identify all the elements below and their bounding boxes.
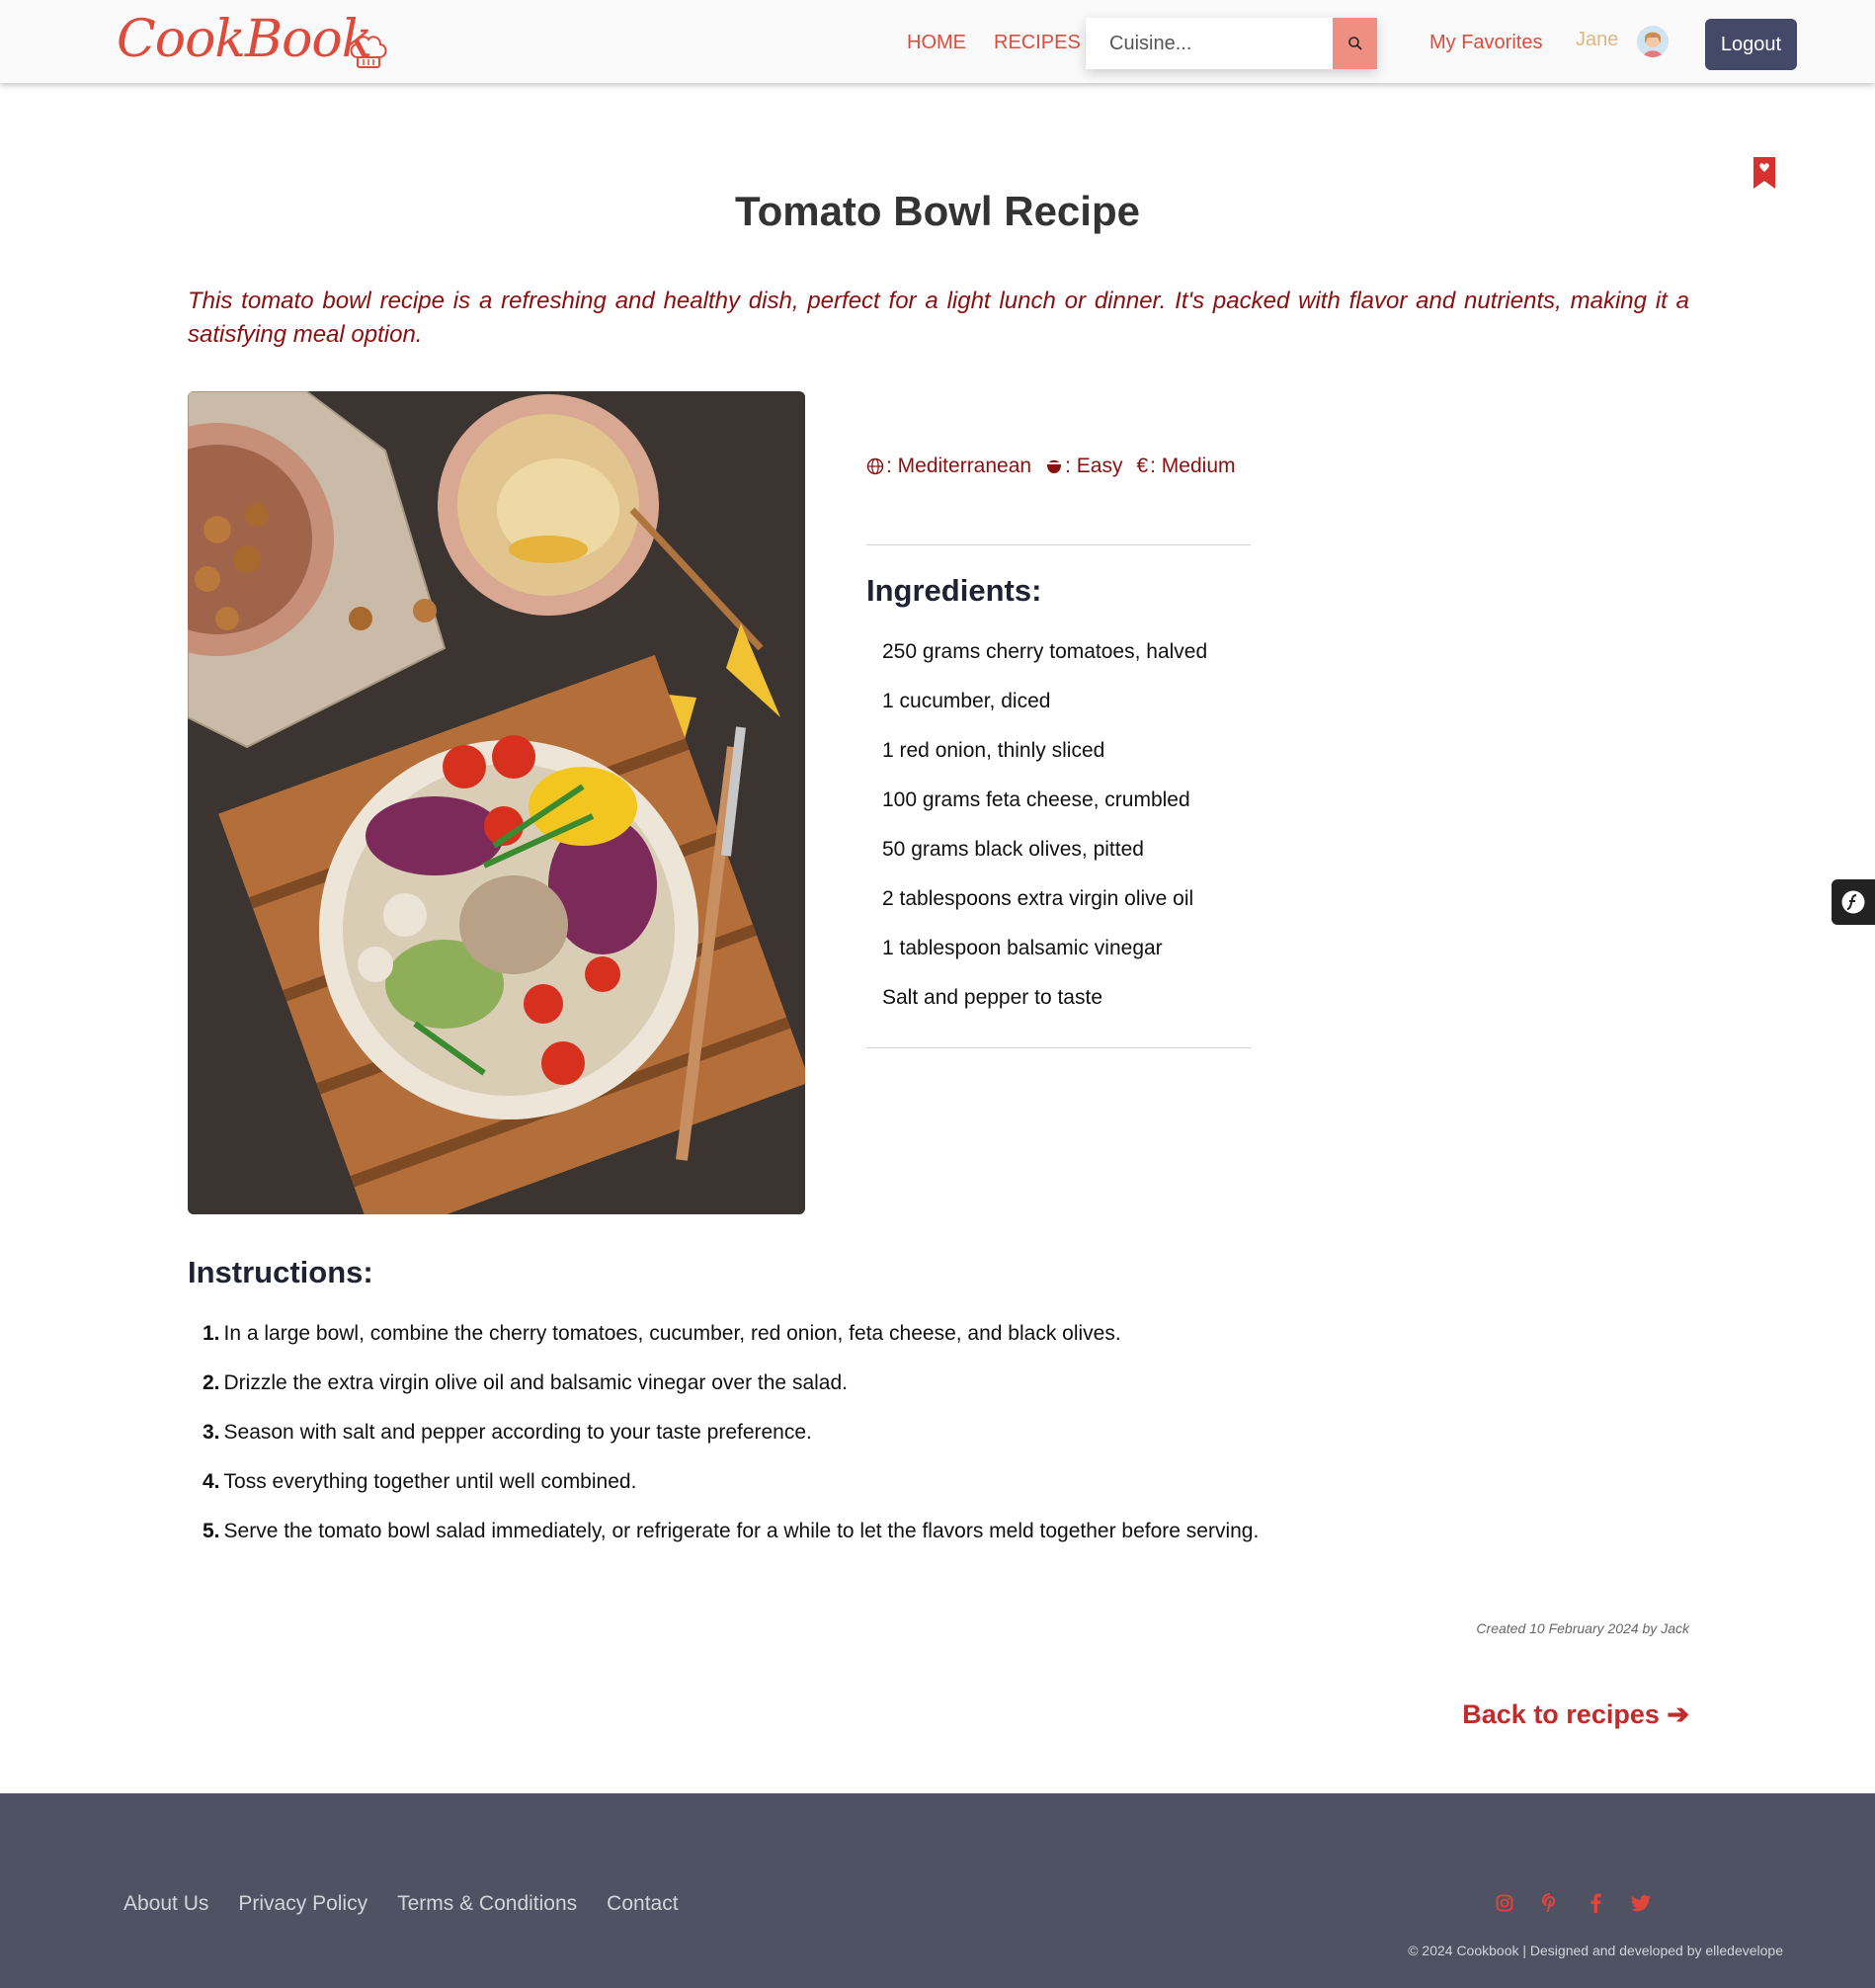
ingredients-list: 250 grams cherry tomatoes, halved 1 cucu…	[882, 638, 1207, 1034]
nav-recipes-link[interactable]: RECIPES	[994, 32, 1081, 54]
my-favorites-link[interactable]: My Favorites	[1429, 32, 1542, 54]
user-name: Jane	[1576, 29, 1619, 50]
euro-icon: €	[1136, 455, 1149, 477]
footer-terms-link[interactable]: Terms & Conditions	[397, 1892, 577, 1916]
ingredient-item: 250 grams cherry tomatoes, halved	[882, 640, 1208, 663]
chef-hat-icon	[350, 36, 387, 68]
ingredient-item: 1 tablespoon balsamic vinegar	[882, 937, 1163, 959]
ingredient-item: 2 tablespoons extra virgin olive oil	[882, 887, 1194, 910]
difficulty-info: : Easy	[1045, 455, 1122, 478]
site-footer	[0, 1793, 1875, 1988]
step-text: In a large bowl, combine the cherry toma…	[223, 1322, 1121, 1345]
facebook-icon[interactable]	[1585, 1892, 1606, 1914]
footer-about-link[interactable]: About Us	[123, 1892, 208, 1916]
recipe-meta: : Mediterranean : Easy € : Medium	[866, 455, 1250, 478]
ingredients-heading: Ingredients:	[866, 573, 1042, 608]
social-links	[1494, 1892, 1675, 1914]
symfony-toolbar-toggle[interactable]	[1832, 879, 1875, 925]
cuisine-info: : Mediterranean	[866, 455, 1031, 478]
instagram-icon[interactable]	[1494, 1892, 1515, 1914]
tomato-bowl-photo	[188, 391, 805, 1214]
step-text: Serve the tomato bowl salad immediately,…	[223, 1520, 1260, 1542]
recipe-title: Tomato Bowl Recipe	[735, 188, 1140, 234]
globe-icon	[866, 457, 884, 475]
step-number: 2.	[203, 1371, 220, 1394]
search-bar	[1086, 18, 1377, 69]
ingredient-item: 1 red onion, thinly sliced	[882, 739, 1105, 762]
price-info: € : Medium	[1136, 455, 1235, 478]
instruction-step: 1. In a large bowl, combine the cherry to…	[203, 1320, 1259, 1369]
footer-privacy-link[interactable]: Privacy Policy	[238, 1892, 367, 1916]
ingredient-item: 50 grams black olives, pitted	[882, 838, 1144, 861]
ingredient-item: Salt and pepper to taste	[882, 986, 1102, 1009]
search-button[interactable]	[1333, 18, 1377, 69]
back-to-recipes-link[interactable]: Back to recipes ➔	[1284, 1699, 1689, 1730]
search-input[interactable]	[1086, 18, 1333, 69]
bookmark-heart-icon[interactable]	[1753, 156, 1776, 190]
step-text: Toss everything together until well comb…	[223, 1470, 637, 1493]
step-number: 5.	[203, 1520, 220, 1542]
step-text: Drizzle the extra virgin olive oil and b…	[223, 1371, 848, 1394]
instructions-heading: Instructions:	[188, 1255, 373, 1289]
instruction-step: 3. Season with salt and pepper according …	[203, 1419, 1259, 1468]
search-icon	[1347, 37, 1362, 50]
cooking-pot-icon	[1047, 459, 1062, 473]
recipe-description: This tomato bowl recipe is a refreshing …	[188, 288, 1689, 348]
nav-home-link[interactable]: HOME	[907, 32, 966, 54]
price-value: : Medium	[1150, 455, 1236, 477]
difficulty-value: : Easy	[1065, 455, 1123, 477]
step-number: 1.	[203, 1322, 220, 1345]
step-number: 4.	[203, 1470, 220, 1493]
cuisine-value: : Mediterranean	[886, 455, 1032, 477]
recipe-image	[188, 391, 805, 1214]
avatar[interactable]	[1637, 26, 1669, 57]
footer-copyright: © 2024 Cookbook | Designed and developed…	[1408, 1943, 1783, 1958]
symfony-icon	[1841, 890, 1865, 914]
step-number: 3.	[203, 1421, 220, 1444]
instructions-list: 1. In a large bowl, combine the cherry to…	[203, 1320, 1259, 1567]
instruction-step: 2. Drizzle the extra virgin olive oil and…	[203, 1369, 1259, 1419]
avatar-icon	[1637, 26, 1669, 57]
ingredient-item: 100 grams feta cheese, crumbled	[882, 788, 1190, 811]
twitter-icon[interactable]	[1630, 1892, 1652, 1914]
site-logo[interactable]: CookBook	[117, 10, 372, 69]
created-info: Created 10 February 2024 by Jack	[1476, 1620, 1689, 1636]
ingredients-top-divider	[866, 544, 1251, 545]
top-navbar: CookBook HOME RECIPES My Favorites Jane …	[0, 0, 1875, 83]
step-text: Season with salt and pepper according to…	[223, 1421, 812, 1444]
instruction-step: 4. Toss everything together until well co…	[203, 1468, 1259, 1518]
pinterest-icon[interactable]	[1539, 1892, 1561, 1914]
ingredients-bottom-divider	[866, 1047, 1251, 1048]
footer-links: About Us Privacy Policy Terms & Conditio…	[123, 1892, 708, 1916]
ingredient-item: 1 cucumber, diced	[882, 690, 1051, 712]
logout-button[interactable]: Logout	[1705, 19, 1797, 70]
instruction-step: 5. Serve the tomato bowl salad immediatel…	[203, 1518, 1259, 1567]
footer-contact-link[interactable]: Contact	[607, 1892, 678, 1916]
